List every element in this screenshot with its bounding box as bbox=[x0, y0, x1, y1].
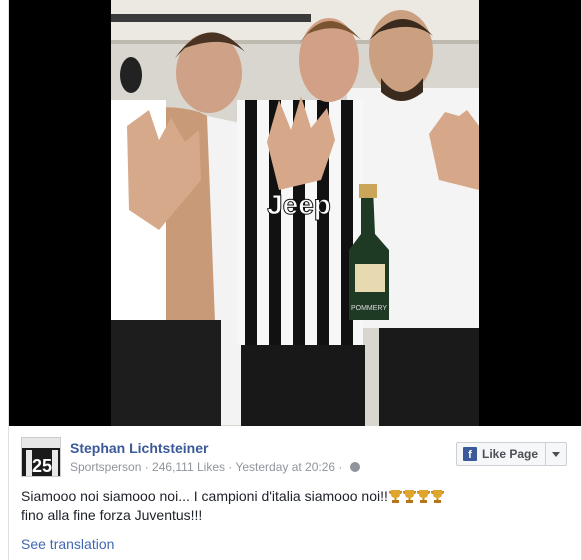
like-page-label: Like Page bbox=[482, 447, 539, 461]
globe-icon bbox=[349, 462, 360, 472]
page-likes: 246,111 Likes bbox=[152, 460, 225, 474]
post-text: Siamooo noi siamooo noi... I campioni d'… bbox=[21, 487, 444, 525]
facebook-post: Jeep POMMERY 25 Stephan Lichtsteiner Spo… bbox=[8, 0, 582, 560]
photo-illustration: Jeep POMMERY bbox=[9, 0, 581, 426]
post-photo[interactable]: Jeep POMMERY bbox=[9, 0, 581, 426]
jersey-text: Jeep bbox=[267, 189, 331, 220]
page-name-link[interactable]: Stephan Lichtsteiner bbox=[70, 440, 208, 456]
avatar-number: 25 bbox=[32, 456, 52, 476]
trophy-emojis bbox=[388, 488, 444, 504]
page-category: Sportsperson bbox=[70, 460, 142, 474]
trophy-icon bbox=[430, 490, 444, 503]
avatar-image: 25 bbox=[22, 438, 60, 476]
see-translation-link[interactable]: See translation bbox=[21, 536, 114, 552]
post-meta: Sportsperson · 246,111 Likes · Yesterday… bbox=[70, 460, 360, 474]
facebook-logo-icon: f bbox=[463, 447, 477, 461]
like-page-dropdown[interactable] bbox=[545, 443, 566, 465]
post-text-line1: Siamooo noi siamooo noi... I campioni d'… bbox=[21, 488, 388, 504]
like-page-main[interactable]: f Like Page bbox=[457, 443, 545, 465]
trophy-icon bbox=[388, 490, 402, 503]
like-page-button[interactable]: f Like Page bbox=[456, 442, 568, 466]
post-timestamp[interactable]: Yesterday at 20:26 bbox=[235, 460, 335, 474]
post-text-line2: fino alla fine forza Juventus!!! bbox=[21, 507, 203, 523]
page-avatar[interactable]: 25 bbox=[21, 437, 61, 477]
trophy-icon bbox=[416, 490, 430, 503]
trophy-icon bbox=[402, 490, 416, 503]
chevron-down-icon bbox=[552, 451, 561, 457]
bottle-label: POMMERY bbox=[351, 305, 387, 312]
